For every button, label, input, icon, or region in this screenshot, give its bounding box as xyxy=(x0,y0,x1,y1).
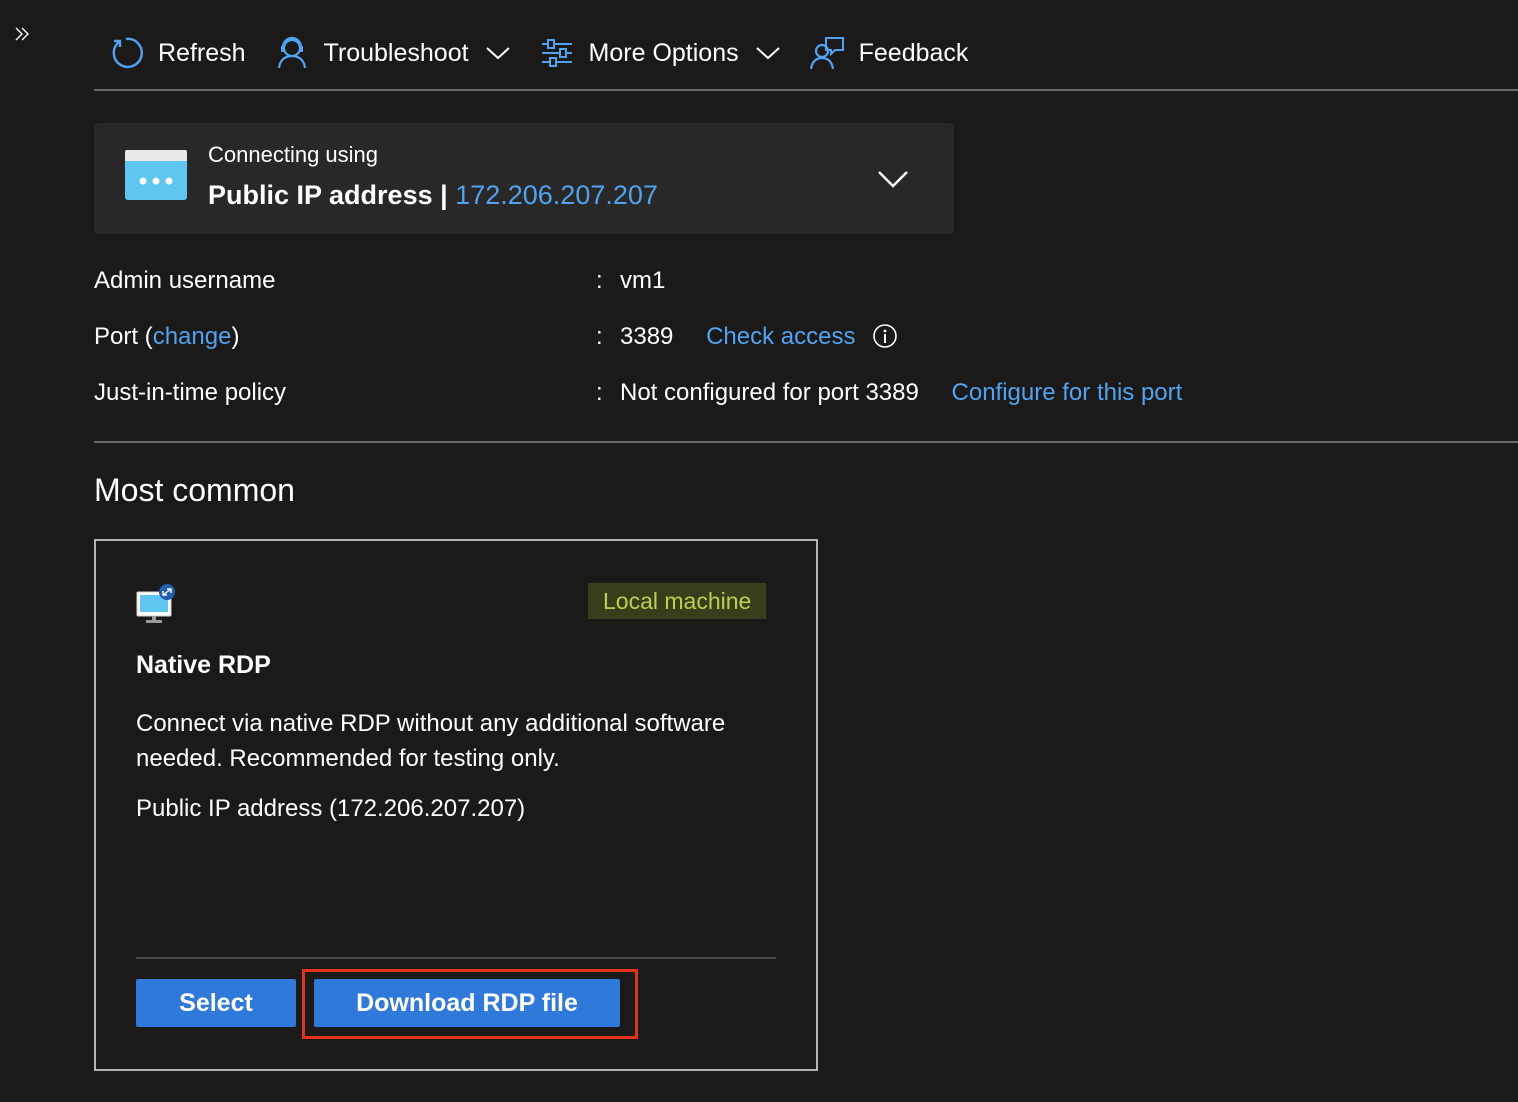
jit-policy-value-group: Not configured for port 3389 Configure f… xyxy=(620,379,1182,407)
feedback-icon xyxy=(809,35,845,71)
select-button[interactable]: Select xyxy=(136,979,296,1027)
monitor-rdp-icon xyxy=(136,583,178,625)
info-icon[interactable] xyxy=(872,323,898,349)
expand-sidebar-button[interactable] xyxy=(8,20,36,48)
jit-policy-value: Not configured for port 3389 xyxy=(620,379,919,406)
port-key-suffix: ) xyxy=(231,323,240,350)
section-title: Most common xyxy=(94,472,295,508)
connection-method-dropdown[interactable]: Connecting using Public IP address | 172… xyxy=(94,123,954,234)
configure-port-link[interactable]: Configure for this port xyxy=(952,379,1183,406)
download-rdp-file-button[interactable]: Download RDP file xyxy=(314,979,620,1027)
port-key: Port (change) xyxy=(94,323,239,351)
troubleshoot-dropdown[interactable]: Troubleshoot xyxy=(260,26,525,80)
card-divider xyxy=(136,957,776,959)
connection-method: Public IP address xyxy=(208,180,433,210)
local-machine-badge: Local machine xyxy=(588,583,767,619)
feedback-button[interactable]: Feedback xyxy=(795,26,983,80)
admin-username-row: Admin username : vm1 xyxy=(94,258,1514,314)
toolbar-divider xyxy=(94,89,1518,91)
change-port-link[interactable]: change xyxy=(153,323,232,350)
more-options-label: More Options xyxy=(588,38,739,67)
section-divider xyxy=(94,441,1518,443)
refresh-button[interactable]: Refresh xyxy=(94,26,260,80)
port-value-group: 3389 Check access xyxy=(620,323,898,351)
connection-ip: 172.206.207.207 xyxy=(455,180,658,210)
native-rdp-card: Local machine Native RDP Connect via nat… xyxy=(94,539,818,1071)
vm-properties: Admin username : vm1 Port (change) : 338… xyxy=(94,258,1514,426)
card-ip-line: Public IP address (172.206.207.207) xyxy=(136,795,526,822)
expand-icon xyxy=(15,27,29,41)
window-icon xyxy=(124,149,188,201)
chevron-down-icon xyxy=(877,167,909,191)
troubleshoot-icon xyxy=(274,35,310,71)
port-key-prefix: Port ( xyxy=(94,323,153,350)
card-description: Connect via native RDP without any addit… xyxy=(136,710,726,772)
port-row: Port (change) : 3389 Check access xyxy=(94,314,1514,370)
feedback-label: Feedback xyxy=(858,38,969,67)
admin-username-key: Admin username xyxy=(94,267,276,294)
jit-policy-row: Just-in-time policy : Not configured for… xyxy=(94,370,1514,426)
check-access-link[interactable]: Check access xyxy=(706,323,855,350)
connecting-using-label: Connecting using xyxy=(208,142,379,167)
connection-separator: | xyxy=(440,180,448,210)
admin-username-value: vm1 xyxy=(620,267,666,294)
chevron-down-icon xyxy=(485,40,511,66)
card-title: Native RDP xyxy=(136,651,271,679)
chevron-down-icon xyxy=(755,40,781,66)
more-options-icon xyxy=(539,35,575,71)
connection-value: Public IP address | 172.206.207.207 xyxy=(208,180,658,211)
colon: : xyxy=(596,323,603,350)
command-bar: Refresh Troubleshoot More Options Feedba… xyxy=(94,26,982,80)
colon: : xyxy=(596,379,603,406)
port-value: 3389 xyxy=(620,323,674,350)
troubleshoot-label: Troubleshoot xyxy=(323,38,469,67)
jit-policy-key: Just-in-time policy xyxy=(94,379,287,406)
more-options-dropdown[interactable]: More Options xyxy=(525,26,795,80)
refresh-label: Refresh xyxy=(158,38,246,67)
refresh-icon xyxy=(108,35,144,71)
colon: : xyxy=(596,267,603,294)
